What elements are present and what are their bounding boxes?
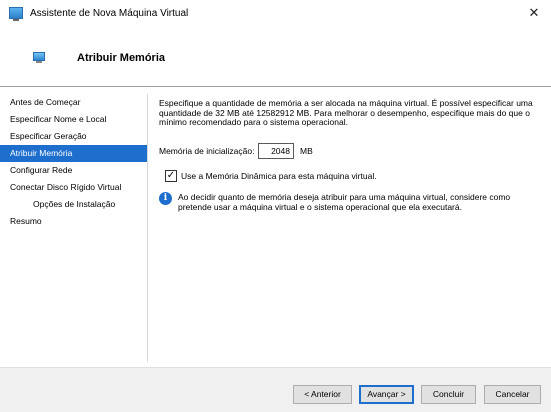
- memory-vm-icon: [33, 52, 45, 63]
- back-button[interactable]: < Anterior: [293, 385, 352, 404]
- wizard-body: Antes de Começar Especificar Nome e Local…: [0, 87, 551, 367]
- startup-memory-row: Memória de inicialização: MB: [159, 143, 539, 160]
- nav-step-item[interactable]: Opções de Instalação: [0, 196, 147, 213]
- info-text: Ao decidir quanto de memória deseja atri…: [178, 192, 511, 212]
- nav-step-item[interactable]: Antes de Começar: [0, 94, 147, 111]
- content-panel: Especifique a quantidade de memória a se…: [159, 98, 544, 211]
- nav-step-item[interactable]: Configurar Rede: [0, 162, 147, 179]
- info-icon: i: [159, 192, 172, 205]
- nav-step-item[interactable]: Resumo: [0, 213, 147, 230]
- dynamic-memory-checkbox[interactable]: ✓: [165, 170, 177, 182]
- checkmark-icon: ✓: [166, 170, 176, 181]
- startup-memory-label: Memória de inicialização:: [159, 146, 255, 156]
- dynamic-memory-row[interactable]: ✓ Use a Memória Dinâmica para esta máqui…: [165, 170, 545, 184]
- button-bar: < Anterior Avançar > Concluir Cancelar: [0, 367, 551, 412]
- page-header: Atribuir Memória: [0, 28, 551, 86]
- nav-step-item[interactable]: Especificar Geração: [0, 128, 147, 145]
- description-text: Especifique a quantidade de memória a se…: [159, 98, 533, 127]
- finish-button[interactable]: Concluir: [421, 385, 476, 404]
- dynamic-memory-label[interactable]: Use a Memória Dinâmica para esta máquina…: [181, 171, 377, 181]
- nav-step-item[interactable]: Atribuir Memória: [0, 145, 147, 162]
- title-bar: Assistente de Nova Máquina Virtual ✕: [0, 0, 551, 28]
- wizard-steps-nav: Antes de Começar Especificar Nome e Local…: [0, 94, 147, 230]
- nav-divider: [147, 94, 148, 362]
- hyperv-vm-icon: [9, 7, 23, 21]
- page-title: Atribuir Memória: [77, 52, 166, 64]
- nav-step-item[interactable]: Especificar Nome e Local: [0, 111, 147, 128]
- nav-step-item[interactable]: Conectar Disco Rígido Virtual: [0, 179, 147, 196]
- next-button[interactable]: Avançar >: [359, 385, 414, 404]
- window-title: Assistente de Nova Máquina Virtual: [30, 8, 189, 19]
- cancel-button[interactable]: Cancelar: [484, 385, 541, 404]
- close-button[interactable]: ✕: [517, 0, 551, 26]
- startup-memory-input[interactable]: [258, 143, 294, 159]
- memory-unit-label: MB: [300, 146, 313, 156]
